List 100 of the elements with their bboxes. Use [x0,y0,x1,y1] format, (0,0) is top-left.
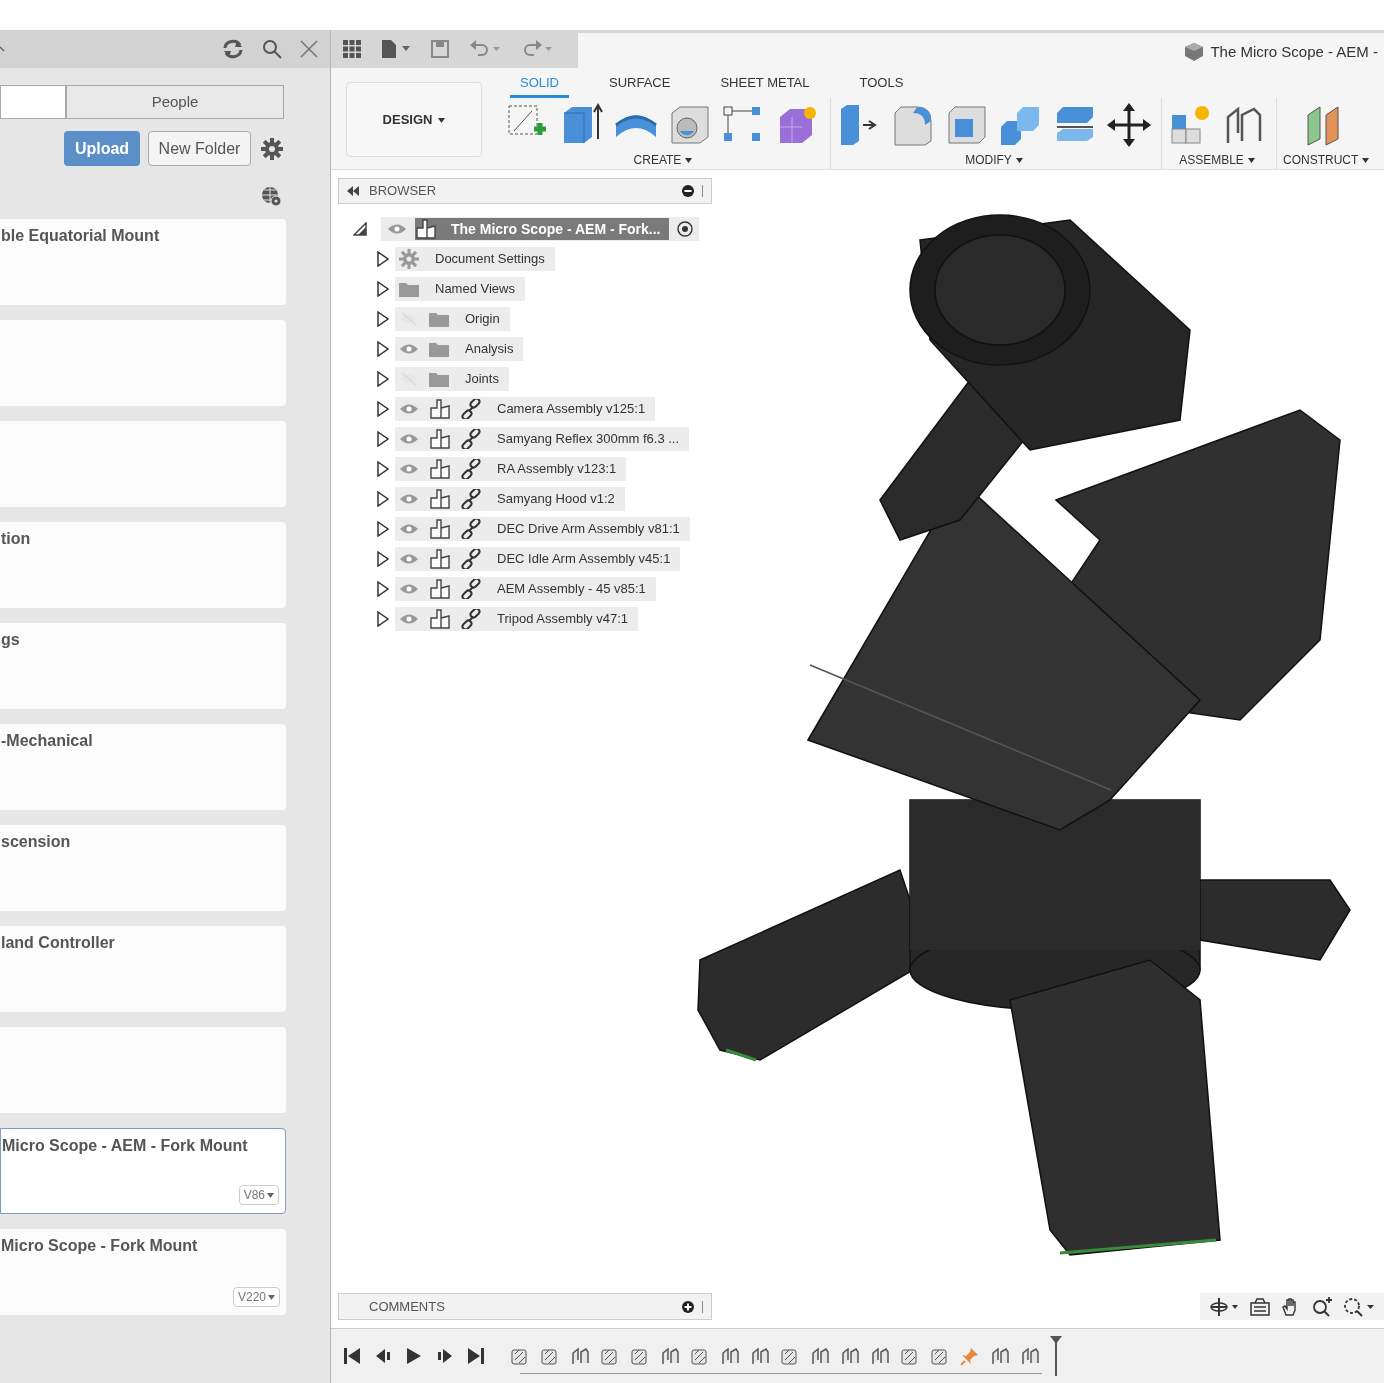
step-forward-icon[interactable] [436,1348,453,1364]
collapsed-triangle-icon[interactable] [377,461,389,477]
collapse-icon[interactable] [347,186,359,196]
component-star-icon[interactable] [1168,103,1212,147]
joint-feature-icon[interactable] [570,1346,590,1366]
joint-feature-icon[interactable] [810,1346,830,1366]
file-card[interactable]: -Mechanical [0,724,286,810]
tree-item[interactable]: Samyang Reflex 300mm f6.3 ... [395,427,690,451]
skip-start-icon[interactable] [344,1347,361,1365]
joint-feature-icon[interactable] [840,1346,860,1366]
eye-icon[interactable] [399,343,419,355]
eye-icon[interactable] [399,613,419,625]
eye-icon[interactable] [399,433,419,445]
minus-circle-icon[interactable] [682,185,694,197]
document-tab[interactable]: The Micro Scope - AEM - [578,33,1384,71]
collapsed-triangle-icon[interactable] [377,311,389,327]
eye-icon[interactable] [399,583,419,595]
hole-icon[interactable] [668,103,712,147]
component-feature-icon[interactable] [630,1346,650,1366]
settings-icon[interactable] [261,137,283,160]
eye-icon[interactable] [399,493,419,505]
joint-feature-icon[interactable] [660,1346,680,1366]
file-card[interactable]: Micro Scope - AEM - Fork Mount V86 [0,1128,286,1214]
globe-icon[interactable] [260,185,282,207]
collapsed-triangle-icon[interactable] [377,341,389,357]
tree-item[interactable]: AEM Assembly - 45 v85:1 [395,577,656,601]
file-card[interactable]: Micro Scope - Fork Mount V220 [0,1229,286,1315]
tree-item[interactable]: Origin [395,307,510,331]
joint-feature-icon[interactable] [1020,1346,1040,1366]
root-node[interactable]: The Micro Scope - AEM - Fork... [415,218,669,240]
ribbon-tab[interactable]: TOOLS [849,72,914,98]
play-icon[interactable] [406,1347,422,1365]
eye-icon[interactable] [399,523,419,535]
collapsed-triangle-icon[interactable] [377,281,389,297]
collapsed-triangle-icon[interactable] [377,401,389,417]
camera-icon[interactable] [1250,1297,1271,1316]
move-icon[interactable] [1107,103,1151,147]
search-icon[interactable] [262,39,282,59]
ribbon-tab[interactable]: SHEET METAL [710,72,820,98]
close-icon[interactable] [300,40,318,58]
joint-feature-icon[interactable] [750,1346,770,1366]
timeline-marker-icon[interactable] [1050,1336,1062,1376]
file-card[interactable]: tion [0,522,286,608]
component-feature-icon[interactable] [930,1346,950,1366]
joint-feature-icon[interactable] [990,1346,1010,1366]
step-back-icon[interactable] [375,1348,392,1364]
tree-item[interactable]: Document Settings [395,247,555,271]
skip-end-icon[interactable] [467,1347,484,1365]
file-card[interactable]: gs [0,623,286,709]
joint-feature-icon[interactable] [720,1346,740,1366]
component-feature-icon[interactable] [900,1346,920,1366]
tree-item[interactable]: Joints [395,367,509,391]
plus-circle-icon[interactable] [682,1300,694,1313]
group-menu[interactable]: ASSEMBLE [1179,151,1255,169]
group-menu[interactable]: CONSTRUCT [1283,151,1370,169]
component-feature-icon[interactable] [690,1346,710,1366]
component-feature-icon[interactable] [780,1346,800,1366]
refresh-icon[interactable] [222,39,244,59]
tree-item[interactable]: RA Assembly v123:1 [395,457,627,481]
component-feature-icon[interactable] [600,1346,620,1366]
collapsed-triangle-icon[interactable] [377,581,389,597]
fillet-icon[interactable] [891,103,935,147]
tree-item[interactable]: Samyang Hood v1:2 [395,487,625,511]
joint-feature-icon[interactable] [870,1346,890,1366]
eye-icon[interactable] [399,403,419,415]
shell-icon[interactable] [945,103,989,147]
collapsed-triangle-icon[interactable] [377,431,389,447]
eye-icon[interactable] [399,463,419,475]
tree-item[interactable]: Named Views [395,277,525,301]
version-dropdown[interactable]: V220 [232,1287,280,1307]
collapsed-triangle-icon[interactable] [377,491,389,507]
expanded-triangle-icon[interactable] [353,222,367,236]
zoom-icon[interactable] [1311,1296,1332,1317]
workspace-dropdown[interactable]: DESIGN [346,82,482,157]
tree-item[interactable]: Camera Assembly v125:1 [395,397,656,421]
collapsed-triangle-icon[interactable] [377,611,389,627]
target-icon[interactable] [676,221,693,237]
file-card[interactable]: land Controller [0,926,286,1012]
orbit-icon[interactable] [1209,1296,1240,1317]
component-feature-icon[interactable] [540,1346,560,1366]
tree-item[interactable]: Analysis [395,337,524,361]
file-card[interactable]: ble Equatorial Mount [0,219,286,305]
tree-item[interactable]: DEC Idle Arm Assembly v45:1 [395,547,681,571]
file-icon[interactable] [381,39,411,59]
collapsed-triangle-icon[interactable] [377,371,389,387]
new-folder-button[interactable]: New Folder [148,131,251,166]
collapsed-triangle-icon[interactable] [377,521,389,537]
tab[interactable]: People [66,85,284,119]
group-menu[interactable]: CREATE [633,151,693,169]
group-menu[interactable]: MODIFY [965,151,1023,169]
collapsed-triangle-icon[interactable] [377,551,389,567]
collapsed-triangle-icon[interactable] [377,251,389,267]
tree-item[interactable]: Tripod Assembly v47:1 [395,607,639,631]
zoom-window-icon[interactable] [1342,1296,1375,1317]
eye-icon[interactable] [387,223,407,235]
component-feature-icon[interactable] [510,1346,530,1366]
eye-icon[interactable] [399,553,419,565]
file-card[interactable]: scension [0,825,286,911]
tree-item[interactable]: DEC Drive Arm Assembly v81:1 [395,517,690,541]
ribbon-tab[interactable]: SURFACE [599,72,681,98]
